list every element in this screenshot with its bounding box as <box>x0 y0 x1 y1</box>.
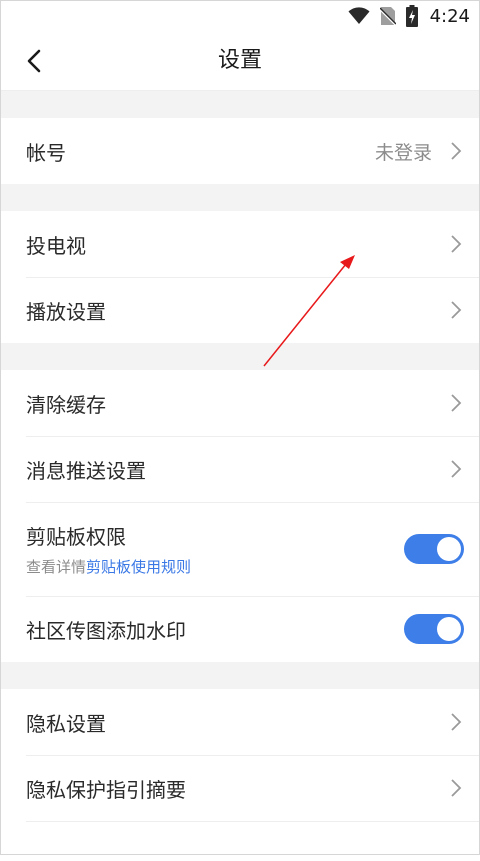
page-title: 设置 <box>217 48 262 73</box>
account-row[interactable]: 帐号 未登录 <box>0 118 480 184</box>
wifi-icon <box>348 7 370 24</box>
chevron-right-icon <box>451 301 462 319</box>
clear-cache-row[interactable]: 清除缓存 <box>0 370 480 436</box>
clipboard-details: 查看详情剪贴板使用规则 <box>26 556 191 577</box>
cast-to-tv-label: 投电视 <box>26 233 86 258</box>
chevron-right-icon <box>451 713 462 731</box>
privacy-section: 隐私设置 隐私保护指引摘要 <box>0 689 480 861</box>
chevron-right-icon <box>451 394 462 412</box>
cast-to-tv-row[interactable]: 投电视 <box>0 211 480 277</box>
playback-settings-label: 播放设置 <box>26 299 106 324</box>
status-bar: 4:24 <box>0 0 480 32</box>
back-button[interactable] <box>14 41 54 81</box>
login-status: 未登录 <box>374 141 432 164</box>
privacy-guide-label: 隐私保护指引摘要 <box>26 777 186 802</box>
watermark-row: 社区传图添加水印 <box>0 596 480 662</box>
no-sim-icon <box>379 7 396 26</box>
general-section: 清除缓存 消息推送设置 剪贴板权限 查看详情剪贴板使用规则 社区传图添加水印 <box>0 370 480 662</box>
clock: 4:24 <box>429 5 470 27</box>
push-settings-label: 消息推送设置 <box>26 458 146 483</box>
section-gap <box>0 91 480 118</box>
chevron-right-icon <box>451 142 462 160</box>
account-section: 帐号 未登录 <box>0 118 480 184</box>
playback-settings-row[interactable]: 播放设置 <box>0 277 480 343</box>
clipboard-rules-link[interactable]: 剪贴板使用规则 <box>86 558 191 576</box>
watermark-toggle[interactable] <box>404 614 464 644</box>
toggle-knob <box>437 617 461 641</box>
toggle-knob <box>437 537 461 561</box>
privacy-settings-label: 隐私设置 <box>26 711 106 736</box>
privacy-settings-row[interactable]: 隐私设置 <box>0 689 480 755</box>
chevron-right-icon <box>451 779 462 797</box>
clipboard-toggle[interactable] <box>404 534 464 564</box>
section-gap <box>0 184 480 211</box>
privacy-guide-row[interactable]: 隐私保护指引摘要 <box>0 755 480 821</box>
battery-charging-icon <box>405 5 418 27</box>
back-arrow-icon <box>27 49 41 73</box>
clipboard-permission-row: 剪贴板权限 查看详情剪贴板使用规则 <box>0 502 480 596</box>
title-bar: 设置 <box>0 32 480 91</box>
media-section: 投电视 播放设置 <box>0 211 480 343</box>
push-settings-row[interactable]: 消息推送设置 <box>0 436 480 502</box>
cutoff-row[interactable] <box>0 821 480 861</box>
section-gap <box>0 343 480 370</box>
account-label: 帐号 <box>26 140 66 165</box>
clipboard-permission-label: 剪贴板权限 <box>26 525 126 549</box>
section-gap <box>0 662 480 689</box>
clear-cache-label: 清除缓存 <box>26 392 106 417</box>
watermark-label: 社区传图添加水印 <box>26 618 186 643</box>
chevron-right-icon <box>451 235 462 253</box>
chevron-right-icon <box>451 460 462 478</box>
clipboard-details-prefix: 查看详情 <box>26 558 87 576</box>
